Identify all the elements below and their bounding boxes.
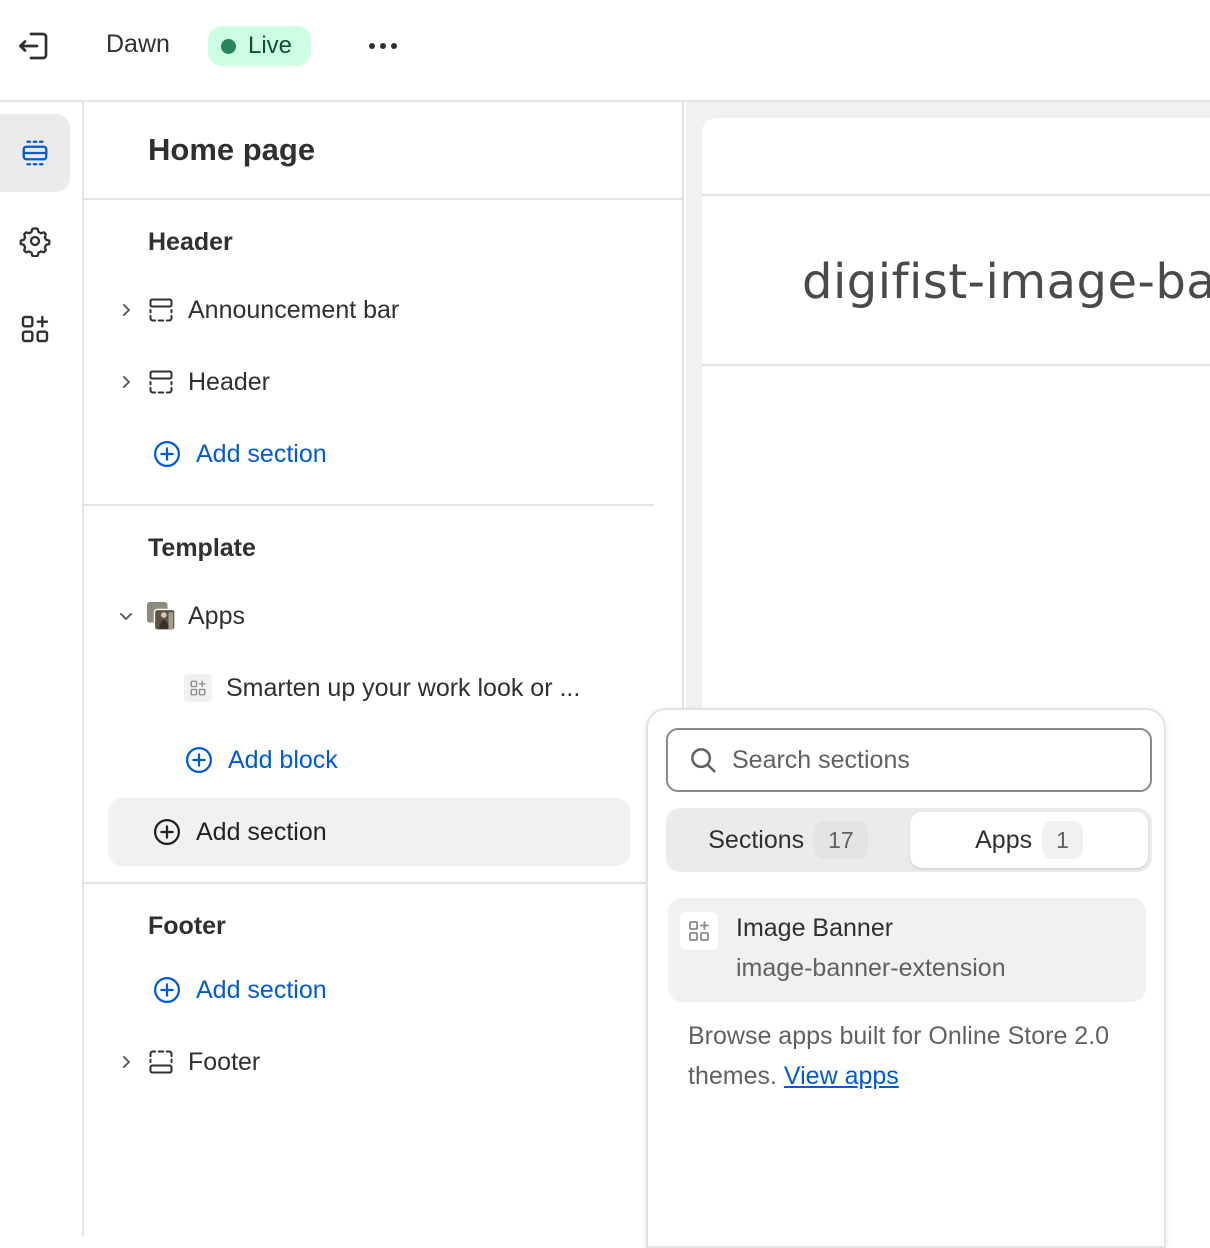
divider [702, 194, 1210, 196]
block-label: Smarten up your work look or ... [226, 673, 581, 702]
tab-sections[interactable]: Sections 17 [670, 812, 906, 868]
add-section-label: Add section [196, 439, 327, 468]
section-label: Footer [188, 1047, 261, 1076]
template-group-title: Template [148, 534, 256, 562]
app-thumbnail-icon [146, 601, 176, 631]
footer-layout-icon [146, 1047, 176, 1077]
preview-heading: digifist-image-bann [802, 254, 1210, 310]
add-section-label: Add section [196, 975, 327, 1004]
app-block-handle: image-banner-extension [736, 954, 1006, 982]
plus-circle-icon [152, 439, 182, 469]
divider [84, 882, 684, 884]
plus-circle-icon [152, 975, 182, 1005]
chevron-right-icon[interactable] [112, 368, 140, 396]
rail-settings-button[interactable] [0, 202, 70, 280]
block-item[interactable]: Smarten up your work look or ... [184, 660, 580, 716]
header-group-title: Header [148, 228, 233, 256]
app-block-name: Image Banner [736, 914, 894, 942]
status-dot [221, 38, 236, 54]
tab-count: 17 [814, 821, 868, 859]
gear-icon [19, 227, 51, 257]
dot-icon [391, 43, 397, 49]
section-label: Apps [188, 601, 245, 630]
browse-apps-text: Browse apps built for Online Store 2.0 t… [688, 1016, 1128, 1096]
header-add-section-link[interactable]: Add section [152, 426, 327, 482]
app-block-icon [680, 912, 718, 950]
divider [84, 198, 684, 200]
tab-apps[interactable]: Apps 1 [910, 812, 1148, 868]
tab-label: Apps [975, 825, 1033, 854]
search-icon [691, 748, 716, 773]
more-actions-button[interactable] [360, 26, 406, 66]
dot-icon [380, 43, 386, 49]
section-label: Header [188, 367, 270, 396]
divider [702, 364, 1210, 366]
sidebar: Home page Header Announcement bar Header… [84, 102, 684, 1236]
theme-name: Dawn [106, 30, 170, 58]
rail-sections-button[interactable] [0, 114, 70, 192]
tab-count: 1 [1042, 821, 1083, 859]
add-block-label: Add block [228, 745, 338, 774]
footer-add-section-link[interactable]: Add section [152, 962, 327, 1018]
section-apps[interactable]: Apps [112, 588, 245, 644]
exit-icon [19, 32, 48, 60]
add-block-link[interactable]: Add block [184, 732, 338, 788]
app-block-item[interactable]: Image Banner image-banner-extension [668, 898, 1146, 1002]
exit-button[interactable] [14, 26, 54, 66]
page-title: Home page [148, 132, 316, 167]
sections-icon [22, 140, 48, 166]
chevron-right-icon[interactable] [112, 296, 140, 324]
section-label: Announcement bar [188, 295, 400, 324]
status-label: Live [248, 32, 293, 59]
tab-label: Sections [708, 825, 805, 854]
section-announcement-bar[interactable]: Announcement bar [112, 282, 399, 338]
footer-group-title: Footer [148, 912, 226, 940]
divider [84, 504, 654, 506]
header-layout-icon [146, 367, 176, 397]
top-bar: Dawn Live [0, 0, 1210, 102]
apps-icon [21, 315, 49, 343]
section-footer[interactable]: Footer [112, 1034, 260, 1090]
dot-icon [369, 43, 375, 49]
plus-circle-icon [152, 817, 182, 847]
app-block-icon [184, 674, 212, 702]
section-header[interactable]: Header [112, 354, 270, 410]
search-input[interactable] [732, 745, 1132, 775]
icon-rail [0, 102, 84, 1236]
add-section-popover: Sections 17 Apps 1 Image Banner image-ba… [646, 708, 1166, 1248]
section-tabs: Sections 17 Apps 1 [666, 808, 1152, 872]
rail-apps-button[interactable] [0, 290, 70, 368]
header-layout-icon [146, 295, 176, 325]
view-apps-link[interactable]: View apps [784, 1062, 899, 1090]
chevron-right-icon[interactable] [112, 1048, 140, 1076]
add-section-label: Add section [196, 817, 327, 846]
status-badge: Live [208, 26, 311, 66]
chevron-down-icon[interactable] [112, 602, 140, 630]
plus-circle-icon [184, 745, 214, 775]
template-add-section-button[interactable]: Add section [108, 798, 630, 866]
search-box[interactable] [666, 728, 1152, 792]
